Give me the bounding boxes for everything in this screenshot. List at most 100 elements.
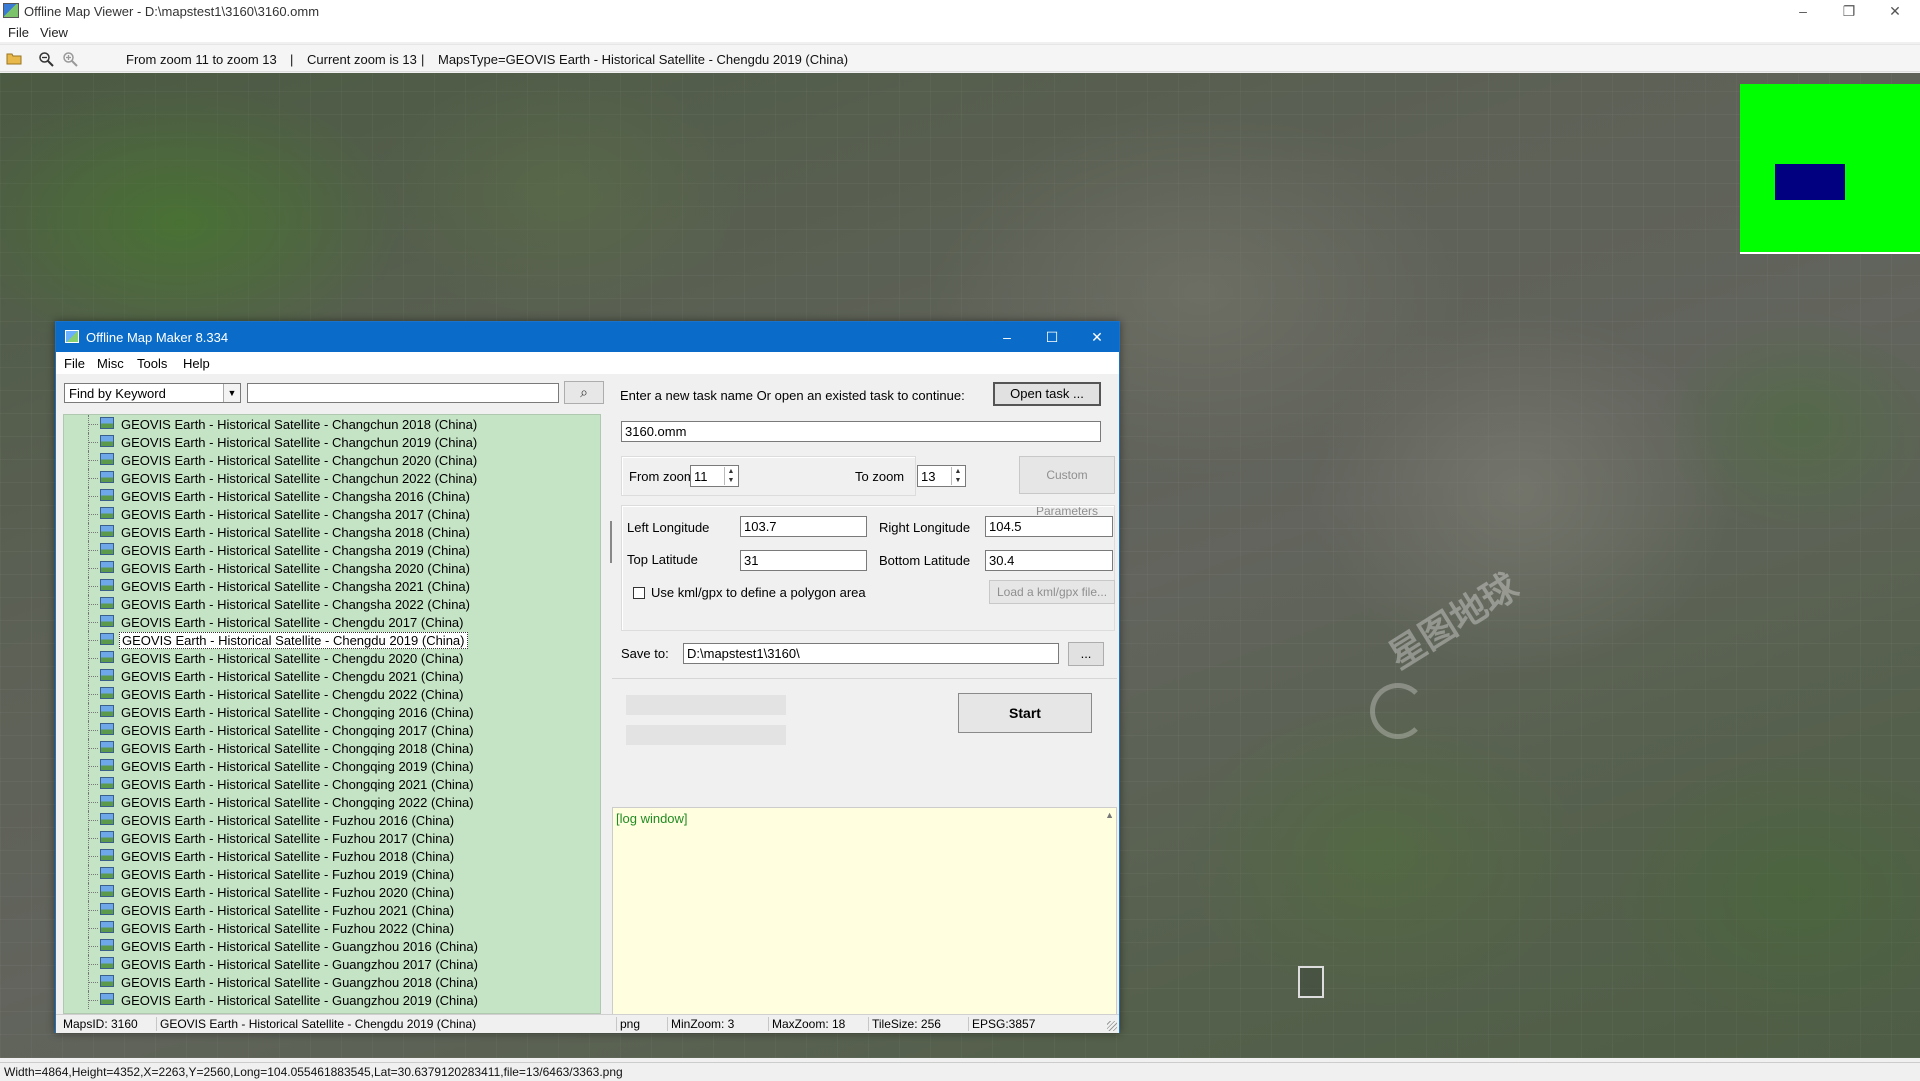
tree-connector: [88, 712, 98, 713]
kml-checkbox-label[interactable]: Use kml/gpx to define a polygon area: [651, 585, 866, 600]
dialog-minimize-button[interactable]: –: [985, 322, 1029, 352]
task-prompt-label: Enter a new task name Or open an existed…: [620, 388, 965, 403]
to-zoom-stepper[interactable]: 13 ▲ ▼: [917, 465, 966, 487]
tree-item-label: GEOVIS Earth - Historical Satellite - Fu…: [121, 849, 455, 864]
tree-connector: [88, 982, 98, 983]
tree-item-label: GEOVIS Earth - Historical Satellite - Ch…: [121, 669, 464, 684]
tree-item-label: GEOVIS Earth - Historical Satellite - Fu…: [121, 921, 455, 936]
map-layer-icon: [100, 651, 114, 663]
menu-file[interactable]: File: [8, 25, 29, 40]
tree-connector: [88, 856, 98, 857]
current-zoom-text: Current zoom is 13: [307, 52, 417, 67]
tree-connector: [88, 496, 98, 497]
search-button[interactable]: ⌕: [564, 381, 604, 404]
bottom-latitude-input[interactable]: 30.4: [985, 550, 1113, 571]
dialog-menu-help[interactable]: Help: [183, 356, 210, 371]
dialog-title-bar[interactable]: Offline Map Maker 8.334 – ☐ ✕: [56, 322, 1119, 352]
tree-connector: [88, 1000, 98, 1001]
dialog-title: Offline Map Maker 8.334: [86, 330, 229, 345]
tree-item-label: GEOVIS Earth - Historical Satellite - Gu…: [121, 975, 478, 990]
main-toolbar: From zoom 11 to zoom 13 | Current zoom i…: [0, 44, 1920, 72]
stepper-arrows-icon[interactable]: ▲ ▼: [724, 467, 737, 485]
dialog-menu-file[interactable]: File: [64, 356, 85, 371]
close-button[interactable]: ✕: [1872, 0, 1918, 22]
kml-checkbox[interactable]: [633, 587, 645, 599]
maps-type-text: MapsType=GEOVIS Earth - Historical Satel…: [438, 52, 849, 67]
from-zoom-stepper[interactable]: 11 ▲ ▼: [690, 465, 739, 487]
tree-connector: [88, 946, 98, 947]
load-kml-button[interactable]: Load a kml/gpx file...: [989, 580, 1115, 604]
status-min-zoom: MinZoom: 3: [667, 1017, 734, 1031]
custom-parameters-button[interactable]: Custom Parameters: [1019, 456, 1115, 518]
dialog-menu-misc[interactable]: Misc: [97, 356, 124, 371]
tree-item-label: GEOVIS Earth - Historical Satellite - Gu…: [121, 939, 478, 954]
toolbar-separator: |: [290, 52, 294, 67]
status-format: png: [616, 1017, 640, 1031]
map-layer-icon: [100, 597, 114, 609]
status-max-zoom: MaxZoom: 18: [768, 1017, 845, 1031]
status-tile-size: TileSize: 256: [868, 1017, 941, 1031]
stepper-arrows-icon[interactable]: ▲ ▼: [951, 467, 964, 485]
coordinate-readout: Width=4864,Height=4352,X=2263,Y=2560,Lon…: [4, 1065, 623, 1079]
from-zoom-value: 11: [694, 469, 708, 484]
progress-bar-current: [626, 725, 786, 745]
zoom-out-icon[interactable]: [38, 51, 54, 67]
open-folder-icon[interactable]: [6, 51, 22, 67]
right-longitude-input[interactable]: 104.5: [985, 516, 1113, 537]
scroll-up-icon[interactable]: ▲: [1105, 810, 1114, 820]
tree-item-label: GEOVIS Earth - Historical Satellite - Fu…: [121, 831, 455, 846]
tree-item-label: GEOVIS Earth - Historical Satellite - Ch…: [121, 417, 478, 432]
overview-minimap[interactable]: [1740, 84, 1920, 254]
tree-item-label: GEOVIS Earth - Historical Satellite - Ch…: [121, 561, 470, 576]
main-window-title: Offline Map Viewer - D:\mapstest1\3160\3…: [24, 4, 320, 19]
map-layer-icon: [100, 885, 114, 897]
map-layer-icon: [100, 543, 114, 555]
tree-connector: [88, 658, 98, 659]
tree-connector: [88, 514, 98, 515]
tree-item-label: GEOVIS Earth - Historical Satellite - Ch…: [121, 651, 464, 666]
tree-item-label: GEOVIS Earth - Historical Satellite - Ch…: [121, 489, 470, 504]
left-longitude-label: Left Longitude: [627, 520, 710, 535]
minimap-viewport[interactable]: [1775, 164, 1845, 200]
minimize-button[interactable]: –: [1780, 0, 1826, 22]
tree-connector: [88, 766, 98, 767]
zoom-in-icon[interactable]: [62, 51, 78, 67]
tree-item-label: GEOVIS Earth - Historical Satellite - Ch…: [121, 597, 470, 612]
offline-map-maker-dialog: Offline Map Maker 8.334 – ☐ ✕ File Misc …: [55, 321, 1120, 1033]
tree-item-label: GEOVIS Earth - Historical Satellite - Gu…: [121, 993, 478, 1008]
tree-item-label: GEOVIS Earth - Historical Satellite - Ch…: [121, 435, 478, 450]
task-name-input[interactable]: 3160.omm: [621, 421, 1101, 442]
dialog-menu-tools[interactable]: Tools: [137, 356, 167, 371]
dialog-menu-bar: File Misc Tools Help: [56, 352, 1119, 374]
chevron-down-icon[interactable]: ▼: [223, 384, 240, 402]
dialog-close-button[interactable]: ✕: [1075, 322, 1119, 352]
menu-view[interactable]: View: [40, 25, 68, 40]
status-epsg: EPSG:3857: [968, 1017, 1035, 1031]
tree-item-label: GEOVIS Earth - Historical Satellite - Ch…: [121, 507, 470, 522]
dialog-maximize-button[interactable]: ☐: [1030, 322, 1074, 352]
tree-connector: [88, 784, 98, 785]
search-input[interactable]: [247, 383, 559, 403]
start-button[interactable]: Start: [958, 693, 1092, 733]
main-title-bar: Offline Map Viewer - D:\mapstest1\3160\3…: [0, 0, 1920, 22]
search-mode-dropdown[interactable]: Find by Keyword ▼: [64, 383, 241, 403]
restore-button[interactable]: ❐: [1826, 0, 1872, 22]
maps-tree-list[interactable]: GEOVIS Earth - Historical Satellite - Ch…: [63, 414, 601, 1014]
tree-connector: [88, 874, 98, 875]
tree-connector: [88, 964, 98, 965]
map-layer-icon: [100, 579, 114, 591]
map-layer-icon: [100, 453, 114, 465]
top-latitude-input[interactable]: 31: [740, 550, 867, 571]
open-task-button[interactable]: Open task ...: [993, 382, 1101, 406]
tree-item-label: GEOVIS Earth - Historical Satellite - Ch…: [121, 525, 470, 540]
right-longitude-label: Right Longitude: [879, 520, 971, 535]
left-longitude-input[interactable]: 103.7: [740, 516, 867, 537]
resize-grip-icon[interactable]: [1107, 1021, 1117, 1031]
tree-item-label: GEOVIS Earth - Historical Satellite - Fu…: [121, 903, 455, 918]
log-window[interactable]: [log window] ▲ ▼: [612, 807, 1117, 1029]
dialog-app-icon: [65, 330, 79, 343]
save-to-label: Save to:: [621, 646, 669, 661]
map-layer-icon: [100, 921, 114, 933]
browse-button[interactable]: ...: [1068, 642, 1104, 666]
save-path-input[interactable]: D:\mapstest1\3160\: [683, 643, 1059, 664]
